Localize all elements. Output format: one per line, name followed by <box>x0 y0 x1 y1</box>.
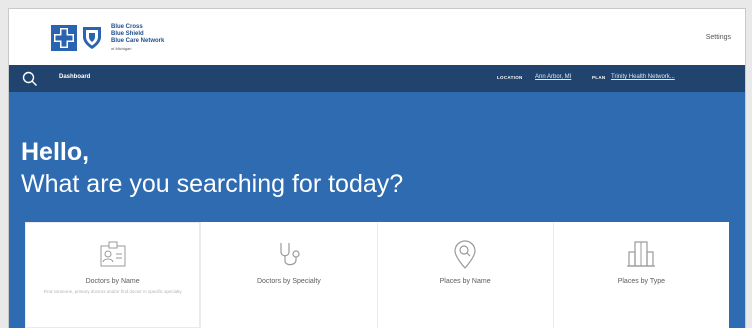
location-label: LOCATION <box>497 75 523 80</box>
doctors-by-name-card[interactable]: Doctors by Name Find someone, primary do… <box>25 222 202 328</box>
plan-selector[interactable]: Trinity Health Network... <box>611 74 675 80</box>
app-window: Blue Cross Blue Shield Blue Care Network… <box>8 8 746 328</box>
card-description: Find someone, primary doctors and/or fin… <box>43 289 182 294</box>
card-label: Doctors by Name <box>85 278 140 285</box>
search-icon[interactable] <box>21 70 39 88</box>
doctors-by-specialty-card[interactable]: Doctors by Specialty <box>201 222 378 328</box>
search-question-heading: What are you searching for today? <box>21 170 404 198</box>
blue-cross-icon <box>51 25 77 51</box>
greeting-heading: Hello, <box>21 138 90 166</box>
card-label: Places by Type <box>617 278 666 285</box>
plan-label: PLAN <box>592 75 606 80</box>
dashboard-link[interactable]: Dashboard <box>59 74 90 80</box>
location-selector[interactable]: Ann Arbor, MI <box>535 74 571 80</box>
search-options: Doctors by Name Find someone, primary do… <box>25 222 729 328</box>
hero-section: Hello, What are you searching for today?… <box>9 92 745 328</box>
location-search-icon <box>454 240 476 269</box>
top-header: Blue Cross Blue Shield Blue Care Network… <box>9 9 745 65</box>
nav-bar: Dashboard LOCATION Ann Arbor, MI PLAN Tr… <box>9 65 745 92</box>
blue-shield-icon <box>83 27 101 49</box>
id-card-icon <box>100 241 126 267</box>
building-icon <box>627 241 656 267</box>
places-by-type-card[interactable]: Places by Type <box>554 222 729 328</box>
card-label: Doctors by Specialty <box>256 278 321 285</box>
logo-line-1: Blue Cross <box>111 24 143 30</box>
logo-line-3: Blue Care Network <box>111 38 165 44</box>
bcbs-logo[interactable]: Blue Cross Blue Shield Blue Care Network… <box>51 23 164 53</box>
logo-line-2: Blue Shield <box>111 31 144 37</box>
logo-wordmark: Blue Cross Blue Shield Blue Care Network… <box>111 24 164 52</box>
logo-line-4: of Michigan <box>111 46 132 51</box>
card-label: Places by Name <box>439 278 491 285</box>
places-by-name-card[interactable]: Places by Name <box>378 222 554 328</box>
stethoscope-icon <box>280 243 300 266</box>
settings-link[interactable]: Settings <box>706 34 731 41</box>
